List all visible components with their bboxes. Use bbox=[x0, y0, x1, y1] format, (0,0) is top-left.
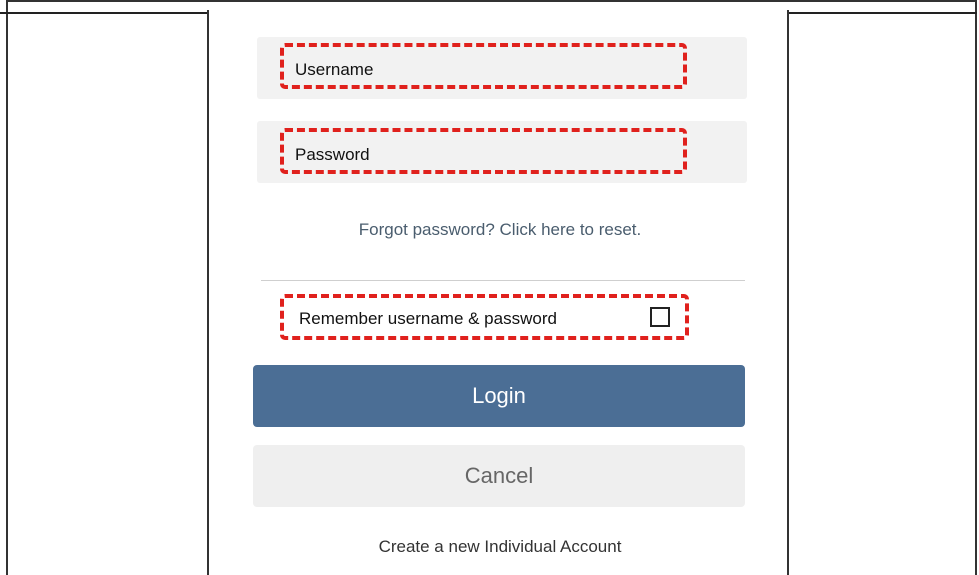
password-placeholder: Password bbox=[295, 145, 370, 164]
create-account-link[interactable]: Create a new Individual Account bbox=[209, 537, 791, 557]
username-placeholder: Username bbox=[295, 60, 374, 79]
remember-label: Remember username & password bbox=[299, 309, 557, 328]
login-button[interactable]: Login bbox=[253, 365, 745, 427]
divider bbox=[261, 280, 745, 281]
remember-checkbox[interactable] bbox=[650, 307, 670, 327]
forgot-password-link[interactable]: Forgot password? Click here to reset. bbox=[209, 220, 791, 240]
login-panel: Username Password Forgot password? Click… bbox=[207, 10, 789, 575]
cancel-button[interactable]: Cancel bbox=[253, 445, 745, 507]
